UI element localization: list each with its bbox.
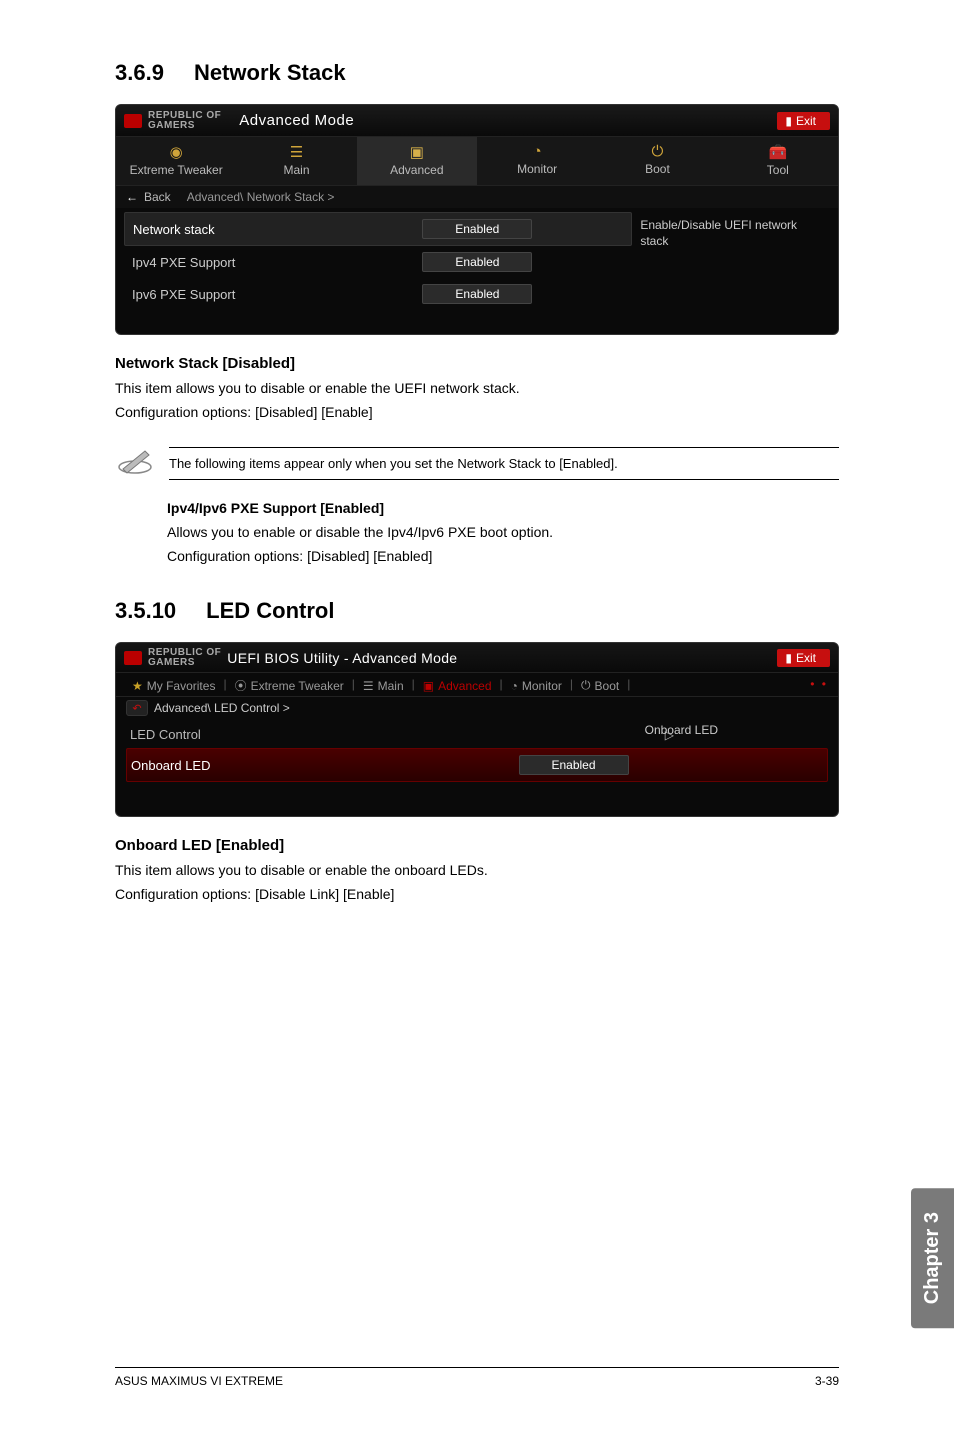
label-ipv6-pxe: Ipv6 PXE Support (132, 287, 422, 302)
power-icon: ⏻ (581, 678, 591, 693)
tab-advanced[interactable]: ▣Advanced (417, 677, 498, 694)
rog-badge-icon (124, 114, 142, 128)
paragraph: Allows you to enable or disable the Ipv4… (167, 522, 839, 542)
bios-topbar: REPUBLIC OF GAMERS Advanced Mode ▮ Exit (116, 105, 838, 137)
scroll-dots[interactable]: • • (810, 677, 828, 694)
tool-icon: 🧰 (768, 143, 787, 161)
utility-label: UEFI BIOS Utility - Advanced Mode (227, 650, 457, 666)
tab-monitor[interactable]: ◔Monitor (477, 137, 597, 185)
gauge-icon: ◉ (170, 143, 183, 161)
hint-text: Enable/Disable UEFI network stack (640, 218, 822, 249)
tab-extreme-tweaker[interactable]: ⦿Extreme Tweaker (229, 677, 350, 694)
tab-main[interactable]: ☰Main (236, 137, 356, 185)
list-icon: ☰ (363, 679, 374, 693)
heading-network-stack: Network Stack [Disabled] (115, 355, 839, 372)
tab-boot[interactable]: ⏻Boot (597, 137, 717, 185)
rog-logo: REPUBLIC OF GAMERS (124, 648, 221, 668)
section-title-text: LED Control (206, 598, 334, 623)
tab-monitor[interactable]: ◔Monitor (505, 677, 568, 694)
row-network-stack[interactable]: Network stack Enabled (124, 212, 632, 246)
section-number: 3.5.10 (115, 598, 176, 624)
paragraph: This item allows you to disable or enabl… (115, 860, 839, 880)
pen-icon (115, 447, 155, 475)
bios-panel-led-control: REPUBLIC OF GAMERS UEFI BIOS Utility - A… (115, 642, 839, 817)
tab-tool[interactable]: 🧰Tool (718, 137, 838, 185)
chip-icon: ▣ (410, 143, 424, 161)
monitor-icon: ◔ (533, 143, 542, 160)
rog-logo: REPUBLIC OF GAMERS (124, 111, 221, 131)
rog-text: REPUBLIC OF GAMERS (148, 111, 221, 131)
section-heading: 3.5.10 LED Control (115, 598, 839, 624)
paragraph: This item allows you to disable or enabl… (115, 378, 839, 398)
mode-label: Advanced Mode (239, 112, 354, 129)
chip-icon: ▣ (423, 679, 434, 693)
bios-topbar: REPUBLIC OF GAMERS UEFI BIOS Utility - A… (116, 643, 838, 673)
hint-text: Onboard LED (645, 723, 718, 737)
back-button[interactable]: ← (126, 190, 138, 204)
tab-extreme-tweaker[interactable]: ◉Extreme Tweaker (116, 137, 236, 185)
power-icon: ⏻ (652, 143, 664, 160)
row-led-control[interactable]: LED Control ▷ (126, 721, 828, 748)
tab-main[interactable]: ☰Main (357, 677, 410, 694)
monitor-icon: ◔ (511, 679, 518, 693)
exit-icon: ▮ (785, 114, 792, 128)
value-onboard-led[interactable]: Enabled (519, 755, 629, 775)
breadcrumb-path: Advanced\ LED Control > (154, 701, 290, 715)
bios-panel-network-stack: REPUBLIC OF GAMERS Advanced Mode ▮ Exit … (115, 104, 839, 335)
value-network-stack[interactable]: Enabled (422, 219, 532, 239)
section-heading: 3.6.9 Network Stack (115, 60, 839, 86)
bios-body: Onboard LED LED Control ▷ Onboard LED En… (116, 719, 838, 816)
section-number: 3.6.9 (115, 60, 164, 86)
paragraph: Configuration options: [Disabled] [Enabl… (115, 402, 839, 422)
exit-button[interactable]: ▮ Exit (777, 649, 830, 667)
back-label[interactable]: Back (144, 190, 171, 204)
label-onboard-led: Onboard LED (131, 758, 519, 773)
footer-page-number: 3-39 (815, 1374, 839, 1388)
row-ipv6-pxe[interactable]: Ipv6 PXE Support Enabled (124, 278, 632, 310)
bios-body: Network stack Enabled Ipv4 PXE Support E… (116, 208, 838, 334)
tab-boot[interactable]: ⏻Boot (575, 677, 625, 694)
row-onboard-led[interactable]: Onboard LED Enabled (126, 748, 828, 782)
exit-icon: ▮ (785, 651, 792, 665)
paragraph: Configuration options: [Disabled] [Enabl… (167, 546, 839, 566)
value-ipv6-pxe[interactable]: Enabled (422, 284, 532, 304)
breadcrumb: ← Back Advanced\ Network Stack > (116, 186, 838, 208)
breadcrumb-path: Advanced\ Network Stack > (187, 190, 335, 204)
label-network-stack: Network stack (133, 222, 422, 237)
row-ipv4-pxe[interactable]: Ipv4 PXE Support Enabled (124, 246, 632, 278)
label-ipv4-pxe: Ipv4 PXE Support (132, 255, 422, 270)
section-title-text: Network Stack (194, 60, 346, 85)
rog-text: REPUBLIC OF GAMERS (148, 648, 221, 668)
footer-product: ASUS MAXIMUS VI EXTREME (115, 1374, 283, 1388)
exit-label: Exit (796, 114, 816, 128)
bios-tabs: ◉Extreme Tweaker ☰Main ▣Advanced ◔Monito… (116, 137, 838, 186)
gauge-icon: ⦿ (235, 677, 247, 694)
note-text: The following items appear only when you… (169, 447, 839, 480)
star-icon: ★ (132, 679, 143, 693)
rog-badge-icon (124, 651, 142, 665)
breadcrumb: ↶ Advanced\ LED Control > (116, 697, 838, 719)
exit-button[interactable]: ▮ Exit (777, 112, 830, 130)
heading-pxe-support: Ipv4/Ipv6 PXE Support [Enabled] (167, 500, 839, 516)
tab-advanced[interactable]: ▣Advanced (357, 137, 477, 185)
exit-label: Exit (796, 651, 816, 665)
heading-onboard-led: Onboard LED [Enabled] (115, 837, 839, 854)
paragraph: Configuration options: [Disable Link] [E… (115, 884, 839, 904)
value-ipv4-pxe[interactable]: Enabled (422, 252, 532, 272)
label-led-control: LED Control (130, 727, 519, 742)
tab-my-favorites[interactable]: ★My Favorites (126, 677, 221, 694)
bios-tabs: ★My Favorites| ⦿Extreme Tweaker| ☰Main| … (116, 673, 838, 697)
list-icon: ☰ (290, 143, 303, 161)
note-block: The following items appear only when you… (115, 447, 839, 480)
chapter-tab: Chapter 3 (911, 1188, 954, 1328)
back-button[interactable]: ↶ (126, 700, 148, 716)
page-footer: ASUS MAXIMUS VI EXTREME 3-39 (115, 1367, 839, 1388)
